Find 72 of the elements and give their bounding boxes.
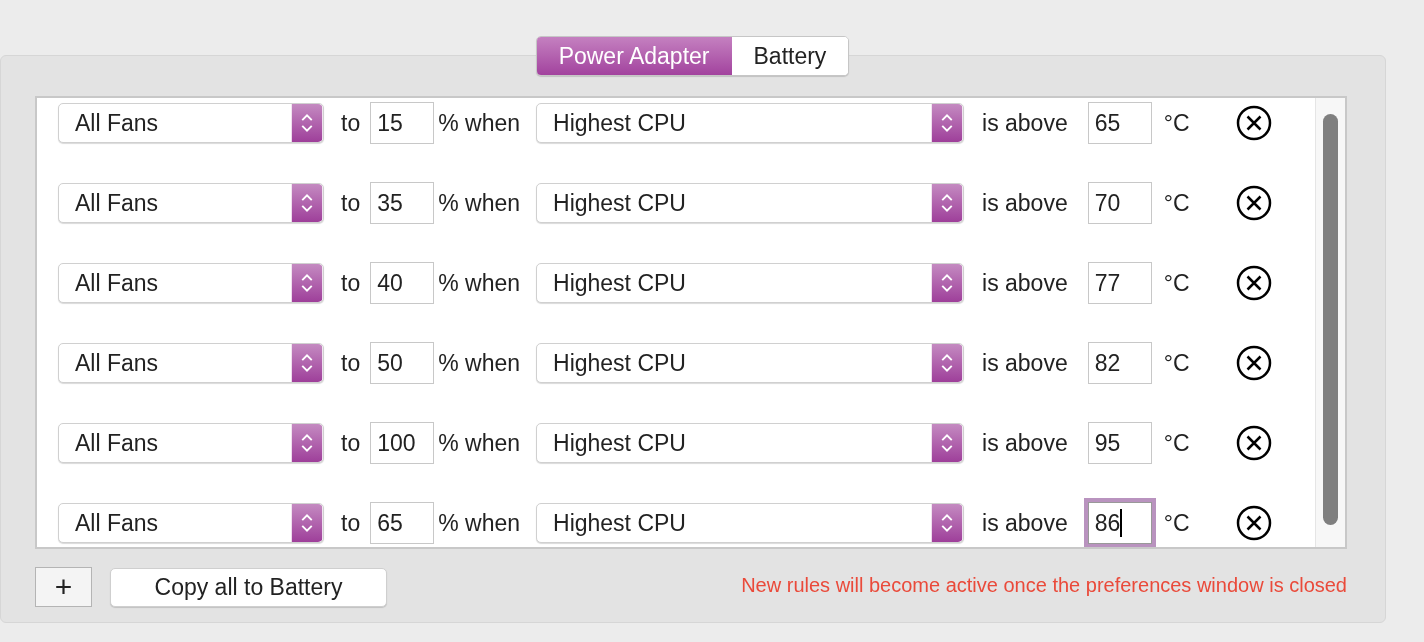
dropdown[interactable]: Highest CPU [536,343,964,383]
unit-label: °C [1163,348,1190,378]
remove-icon[interactable] [1235,505,1272,541]
text-cursor [1120,509,1123,537]
copy-button[interactable]: Copy all to Battery [110,567,387,607]
to-label: to [341,348,361,378]
stepper-arrows-icon [931,504,963,542]
when-label: % when [438,348,520,378]
number-field[interactable]: 65 [370,502,435,544]
stepper-arrows-icon [931,104,963,142]
remove-icon[interactable] [1235,105,1272,141]
remove-icon[interactable] [1235,265,1272,301]
dropdown[interactable]: All Fans [58,423,324,463]
number-field[interactable]: 77 [1087,262,1152,304]
is-above-label: is above [982,188,1068,218]
dropdown[interactable]: All Fans [58,103,324,143]
to-label: to [341,188,361,218]
remove-icon[interactable] [1235,425,1272,461]
add-button[interactable]: + [35,567,92,607]
remove-icon[interactable] [1235,345,1272,381]
dropdown[interactable]: All Fans [58,343,324,383]
number-field[interactable]: 50 [370,342,435,384]
tab[interactable]: Battery [731,37,849,75]
unit-label: °C [1163,188,1190,218]
stepper-arrows-icon [291,184,323,222]
scrollbar[interactable] [1315,98,1345,547]
is-above-label: is above [982,348,1068,378]
is-above-label: is above [982,108,1068,138]
stepper-arrows-icon [291,344,323,382]
dropdown[interactable]: All Fans [58,183,324,223]
stepper-arrows-icon [291,104,323,142]
notice-text: New rules will become active once the preferences window is closed [741,573,1347,598]
dropdown[interactable]: Highest CPU [536,423,964,463]
dropdown[interactable]: All Fans [58,503,324,543]
unit-label: °C [1163,268,1190,298]
stepper-arrows-icon [931,344,963,382]
to-label: to [341,268,361,298]
number-field[interactable]: 100 [370,422,435,464]
is-above-label: is above [982,428,1068,458]
number-field[interactable]: 15 [370,102,435,144]
when-label: % when [438,508,520,538]
when-label: % when [438,108,520,138]
dropdown[interactable]: Highest CPU [536,503,964,543]
when-label: % when [438,268,520,298]
number-field[interactable]: 40 [370,262,435,304]
stepper-arrows-icon [291,504,323,542]
unit-label: °C [1163,108,1190,138]
number-field[interactable]: 70 [1087,182,1152,224]
number-field[interactable]: 65 [1087,102,1152,144]
number-field[interactable]: 95 [1087,422,1152,464]
tab[interactable]: Power Adapter [536,37,732,75]
dropdown[interactable]: Highest CPU [536,103,964,143]
when-label: % when [438,428,520,458]
stepper-arrows-icon [931,184,963,222]
number-field[interactable]: 35 [370,182,435,224]
is-above-label: is above [982,508,1068,538]
stepper-arrows-icon [931,424,963,462]
number-field[interactable]: 82 [1087,342,1152,384]
dropdown[interactable]: Highest CPU [536,263,964,303]
is-above-label: is above [982,268,1068,298]
to-label: to [341,108,361,138]
dropdown[interactable]: Highest CPU [536,183,964,223]
when-label: % when [438,188,520,218]
unit-label: °C [1163,428,1190,458]
unit-label: °C [1163,508,1190,538]
stepper-arrows-icon [291,424,323,462]
stepper-arrows-icon [931,264,963,302]
remove-icon[interactable] [1235,185,1272,221]
to-label: to [341,508,361,538]
to-label: to [341,428,361,458]
stepper-arrows-icon [291,264,323,302]
dropdown[interactable]: All Fans [58,263,324,303]
